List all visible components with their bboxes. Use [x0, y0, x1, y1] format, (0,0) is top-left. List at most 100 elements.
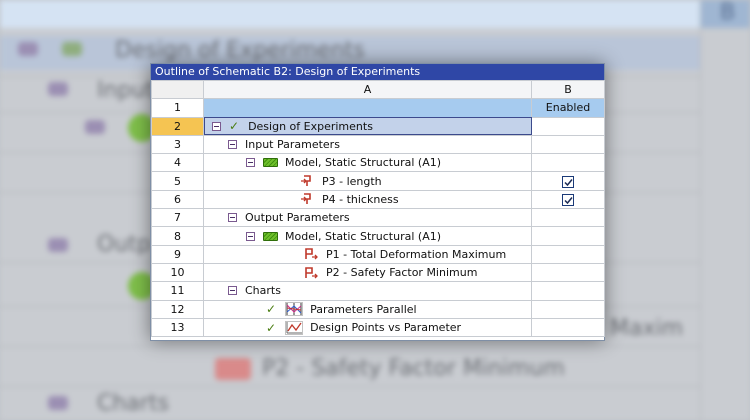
- outline-item-label: Model, Static Structural (A1): [285, 156, 442, 170]
- corner-header-cell[interactable]: [151, 79, 204, 100]
- outline-item-label: P2 - Safety Factor Minimum: [326, 266, 478, 280]
- background-toggle-4: [48, 238, 68, 252]
- background-text-1: Design of Experiments: [115, 38, 365, 63]
- enabled-cell: [531, 244, 605, 264]
- check-icon: ✓: [266, 302, 277, 317]
- table-row[interactable]: 6 P4 - thickness: [151, 189, 605, 210]
- background-output-icon: [215, 358, 251, 380]
- row-number[interactable]: 6: [151, 189, 204, 210]
- column-a-header[interactable]: A: [203, 79, 532, 100]
- model-icon: [263, 231, 278, 241]
- table-row[interactable]: 3 Input Parameters: [151, 134, 605, 155]
- outline-cell[interactable]: ✓ Design of Experiments: [203, 116, 532, 136]
- background-text-6: Charts: [97, 391, 169, 416]
- row-number[interactable]: 7: [151, 208, 204, 228]
- enabled-cell: [531, 208, 605, 228]
- outline-item-label: P4 - thickness: [322, 192, 399, 206]
- background-gridline: [0, 386, 700, 387]
- table-row[interactable]: 13 ✓ Design Points vs Parameter: [151, 317, 605, 338]
- output-parameter-icon: [305, 248, 318, 260]
- outline-cell[interactable]: Charts: [203, 281, 532, 301]
- outline-table: A B 1 Enabled 2 ✓ Design of Experiments 3 Inpu…: [151, 79, 605, 338]
- enabled-cell: [531, 262, 605, 283]
- background-text-3: Outp: [97, 232, 151, 257]
- row-number[interactable]: 13: [151, 317, 204, 338]
- checkmark-icon: [564, 196, 573, 205]
- background-vline: [700, 0, 701, 420]
- collapse-toggle-icon[interactable]: [212, 121, 221, 131]
- outline-cell[interactable]: Model, Static Structural (A1): [203, 153, 532, 173]
- input-parameter-icon: [301, 175, 311, 187]
- enabled-cell: [531, 317, 605, 338]
- enabled-cell: [531, 134, 605, 155]
- header-row: A B: [151, 79, 605, 100]
- enabled-cell: [531, 281, 605, 301]
- checkmark-icon: [564, 178, 573, 186]
- collapse-toggle-icon[interactable]: [228, 140, 237, 150]
- outline-cell[interactable]: ✓ Design Points vs Parameter: [203, 317, 532, 338]
- table-row[interactable]: 12 ✓ Parameters Parallel: [151, 299, 605, 319]
- enabled-cell: [531, 226, 605, 246]
- row-number[interactable]: 4: [151, 153, 204, 173]
- outline-cell[interactable]: Model, Static Structural (A1): [203, 226, 532, 246]
- table-row[interactable]: 2 ✓ Design of Experiments: [151, 116, 605, 136]
- check-icon: ✓: [229, 119, 240, 134]
- column-b-header[interactable]: B: [531, 79, 605, 100]
- collapse-toggle-icon[interactable]: [228, 213, 237, 223]
- table-row[interactable]: 11 Charts: [151, 281, 605, 301]
- line-chart-icon: [285, 320, 303, 335]
- row-number[interactable]: 5: [151, 171, 204, 191]
- table-row[interactable]: 7 Output Parameters: [151, 208, 605, 228]
- row-number[interactable]: 1: [151, 98, 204, 118]
- background-header-bar: [0, 0, 750, 28]
- row-number[interactable]: 12: [151, 299, 204, 319]
- outline-item-label: Input Parameters: [245, 138, 340, 152]
- outline-item-label: P1 - Total Deformation Maximum: [326, 247, 507, 261]
- outline-item-label: Model, Static Structural (A1): [285, 229, 442, 243]
- row-number[interactable]: 8: [151, 226, 204, 246]
- collapse-toggle-icon[interactable]: [246, 158, 255, 168]
- outline-panel: Outline of Schematic B2: Design of Exper…: [150, 63, 605, 341]
- parallel-chart-icon: [285, 302, 303, 317]
- enabled-column-header[interactable]: Enabled: [531, 98, 605, 118]
- outline-cell[interactable]: P3 - length: [203, 171, 532, 191]
- table-row[interactable]: 1 Enabled: [151, 98, 605, 118]
- outline-cell[interactable]: Input Parameters: [203, 134, 532, 155]
- row-number[interactable]: 9: [151, 244, 204, 264]
- row-number[interactable]: 11: [151, 281, 204, 301]
- enabled-checkbox[interactable]: [562, 193, 574, 206]
- table-row[interactable]: 8 Model, Static Structural (A1): [151, 226, 605, 246]
- table-row[interactable]: 10 P2 - Safety Factor Minimum: [151, 262, 605, 283]
- background-text-5: P2 - Safety Factor Minimum: [262, 356, 565, 381]
- enabled-cell: [531, 153, 605, 173]
- outline-cell[interactable]: P4 - thickness: [203, 189, 532, 210]
- row-number[interactable]: 3: [151, 134, 204, 155]
- output-parameter-icon: [305, 266, 318, 279]
- outline-item-label: Design of Experiments: [248, 119, 373, 133]
- enabled-checkbox[interactable]: [562, 175, 574, 188]
- outline-cell[interactable]: P1 - Total Deformation Maximum: [203, 244, 532, 264]
- row-number[interactable]: 10: [151, 262, 204, 283]
- collapse-toggle-icon[interactable]: [246, 231, 255, 241]
- enabled-cell[interactable]: [531, 189, 605, 210]
- enabled-cell: [531, 299, 605, 319]
- outline-item-label: Charts: [245, 284, 281, 298]
- input-parameter-icon: [301, 193, 311, 205]
- outline-item-label: P3 - length: [322, 174, 382, 188]
- background-corner-label: B: [720, 0, 736, 25]
- background-toggle-1: [18, 42, 38, 56]
- background-text-4: Maxim: [610, 316, 684, 341]
- background-toggle-3: [85, 120, 105, 134]
- row-number[interactable]: 2: [151, 116, 204, 136]
- table-row[interactable]: 9 P1 - Total Deformation Maximum: [151, 244, 605, 264]
- outline-cell[interactable]: ✓ Parameters Parallel: [203, 299, 532, 319]
- collapse-toggle-icon[interactable]: [228, 286, 237, 296]
- table-row[interactable]: 5 P3 - length: [151, 171, 605, 191]
- outline-cell[interactable]: Output Parameters: [203, 208, 532, 228]
- table-row[interactable]: 4 Model, Static Structural (A1): [151, 153, 605, 173]
- background-toggle-2: [48, 82, 68, 96]
- panel-title: Outline of Schematic B2: Design of Exper…: [151, 64, 604, 80]
- background-gridline: [0, 346, 700, 347]
- enabled-cell[interactable]: [531, 171, 605, 191]
- outline-cell[interactable]: P2 - Safety Factor Minimum: [203, 262, 532, 283]
